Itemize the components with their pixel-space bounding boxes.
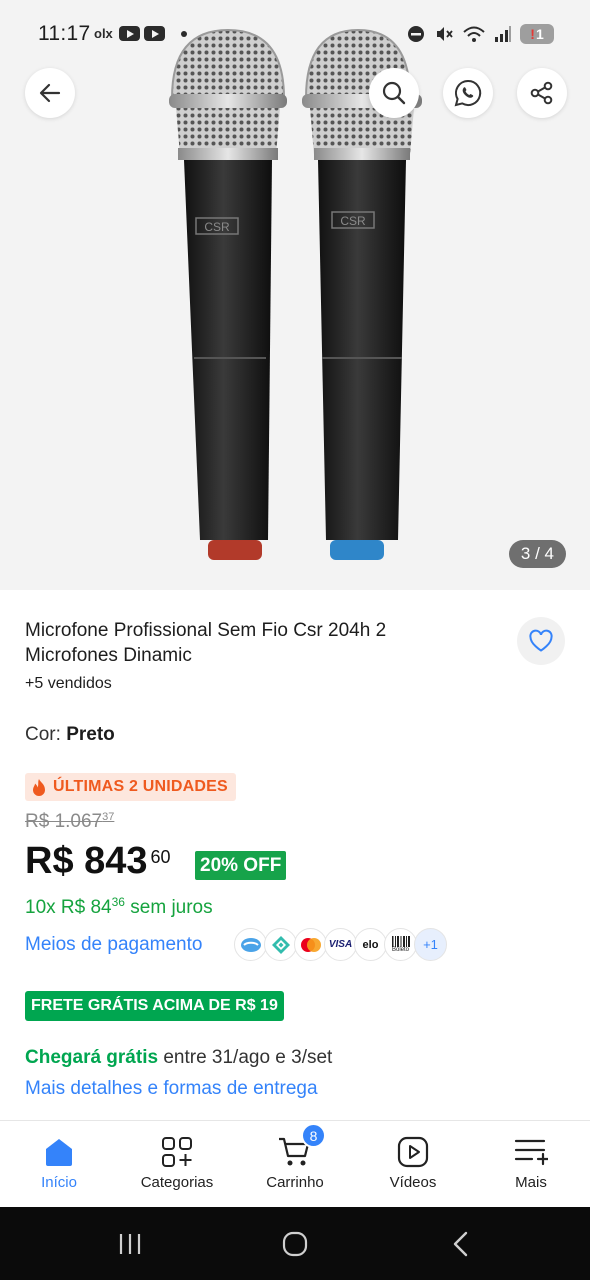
cart-count-badge: 8	[301, 1123, 326, 1148]
video-icon	[397, 1136, 429, 1168]
price-main: R$ 843	[25, 840, 148, 882]
payment-icons[interactable]: VISA elo Boleto +1	[234, 928, 447, 961]
youtube-notification-icon	[143, 26, 165, 41]
notification-icons: olx	[94, 26, 187, 41]
do-not-disturb-icon	[408, 26, 424, 42]
mercado-pago-icon	[234, 928, 267, 961]
youtube-notification-icon	[118, 26, 140, 41]
payment-methods-link[interactable]: Meios de pagamento	[25, 934, 202, 956]
wifi-icon	[463, 26, 485, 42]
product-page: CSR CSR 11:17 olx ! 1 3 / 4 Microfone Pr…	[0, 0, 590, 1280]
back-system-button[interactable]	[444, 1227, 478, 1261]
color-selector[interactable]: Cor: Preto	[25, 724, 115, 746]
recent-apps-icon	[119, 1234, 141, 1254]
visa-icon: VISA	[324, 928, 357, 961]
image-counter: 3 / 4	[508, 540, 566, 568]
whatsapp-share-button[interactable]	[443, 68, 493, 118]
whatsapp-icon	[454, 79, 482, 107]
system-navigation-bar	[0, 1207, 590, 1280]
elo-icon: elo	[354, 928, 387, 961]
mastercard-icon	[294, 928, 327, 961]
pix-icon	[264, 928, 297, 961]
more-icon	[514, 1139, 548, 1166]
free-shipping-badge: FRETE GRÁTIS ACIMA DE R$ 19	[25, 991, 284, 1021]
brand-engraving-left: CSR	[204, 220, 230, 234]
home-circle-icon	[282, 1231, 308, 1257]
back-button[interactable]	[25, 68, 75, 118]
status-bar: 11:17 olx ! 1	[0, 0, 590, 70]
color-value: Preto	[66, 724, 115, 745]
nav-videos[interactable]: Vídeos	[354, 1121, 472, 1208]
share-button[interactable]	[517, 68, 567, 118]
nav-categories-label: Categorias	[140, 1174, 214, 1191]
system-status-icons: ! 1	[406, 24, 554, 44]
battery-icon: ! 1	[520, 24, 554, 44]
signal-icon	[495, 26, 511, 42]
chevron-left-icon	[453, 1231, 468, 1257]
recent-apps-button[interactable]	[113, 1227, 147, 1261]
color-label: Cor:	[25, 724, 61, 745]
mute-icon	[437, 27, 453, 41]
heart-icon	[529, 629, 553, 652]
nav-home[interactable]: Início	[0, 1121, 118, 1208]
favorite-button[interactable]	[517, 617, 565, 665]
bottom-navigation: Início Categorias 8 Carrinho Vídeos Mais	[0, 1120, 590, 1207]
nav-more[interactable]: Mais	[472, 1121, 590, 1208]
back-arrow-icon	[39, 83, 61, 103]
fire-icon	[33, 778, 45, 796]
status-time: 11:17	[38, 22, 91, 45]
search-icon	[382, 81, 406, 105]
brand-engraving-right: CSR	[340, 214, 366, 228]
current-price: R$ 843 60	[25, 840, 171, 883]
stock-alert-badge: ÚLTIMAS 2 UNIDADES	[25, 773, 236, 801]
nav-home-label: Início	[41, 1174, 77, 1191]
nav-categories[interactable]: Categorias	[118, 1121, 236, 1208]
categories-icon	[162, 1137, 192, 1167]
sold-count: +5 vendidos	[25, 675, 112, 692]
product-image-gallery[interactable]: CSR CSR 11:17 olx ! 1 3 / 4	[0, 0, 590, 590]
product-title: Microfone Profissional Sem Fio Csr 204h …	[25, 620, 387, 666]
delivery-estimate: Chegará grátis entre 31/ago e 3/set	[25, 1047, 333, 1068]
nav-cart-label: Carrinho	[266, 1174, 324, 1191]
search-button[interactable]	[369, 68, 419, 118]
discount-badge: 20% OFF	[195, 851, 287, 880]
product-image: CSR CSR	[169, 28, 422, 560]
installments-info: 10x R$ 8436 sem juros	[25, 895, 213, 918]
more-notifications-icon	[180, 30, 187, 37]
more-payment-methods: +1	[414, 928, 447, 961]
share-icon	[530, 81, 553, 105]
nav-videos-label: Vídeos	[389, 1174, 437, 1191]
nav-more-label: Mais	[515, 1174, 547, 1191]
home-icon	[46, 1139, 72, 1166]
original-price: R$ 1.06737	[25, 811, 115, 832]
price-cents: 60	[150, 847, 171, 867]
boleto-icon: Boleto	[384, 928, 417, 961]
home-system-button[interactable]	[278, 1227, 312, 1261]
olx-notification-icon: olx	[94, 26, 113, 41]
stock-alert-text: ÚLTIMAS 2 UNIDADES	[53, 778, 228, 795]
nav-cart[interactable]: 8 Carrinho	[236, 1121, 354, 1208]
delivery-details-link[interactable]: Mais detalhes e formas de entrega	[25, 1078, 318, 1100]
